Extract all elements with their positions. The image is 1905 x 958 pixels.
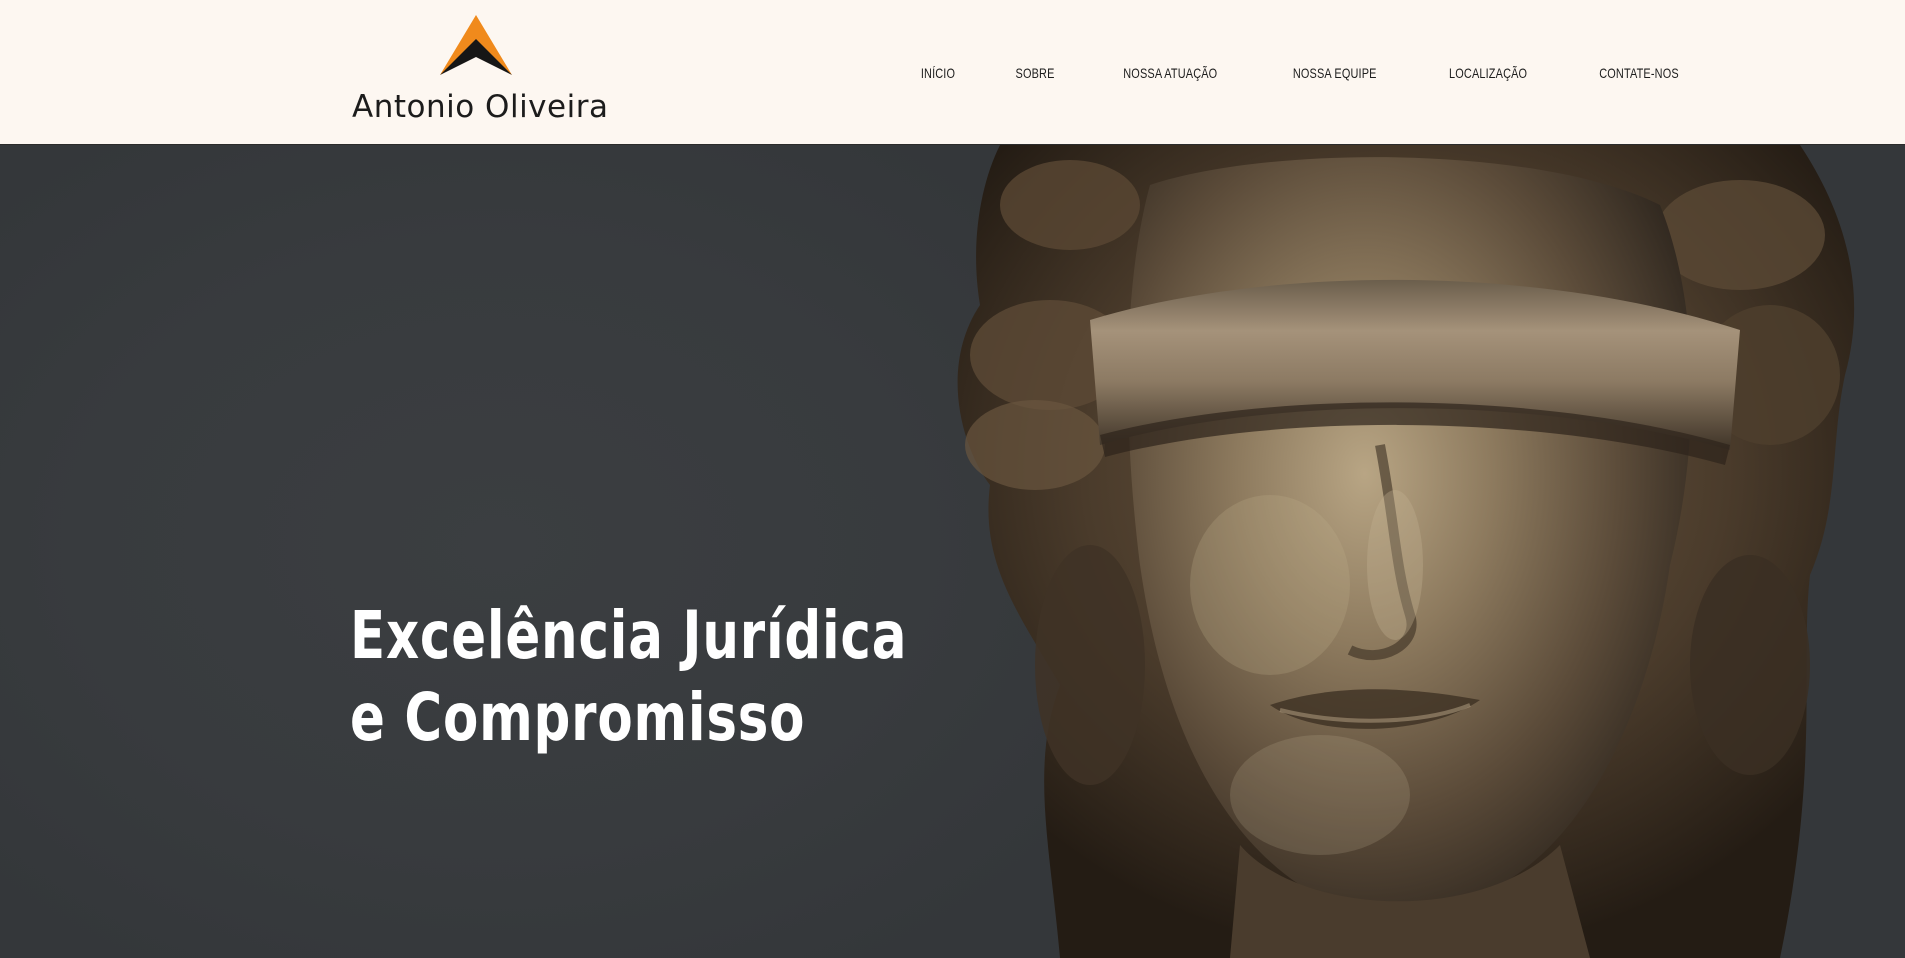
page: Antonio Oliveira INÍCIO SOBRE NOSSA ATUA…	[0, 0, 1905, 958]
nav-item-nossa-equipe[interactable]: NOSSA EQUIPE	[1292, 65, 1376, 81]
hero-title-line-2: e Compromisso	[350, 679, 806, 756]
brand-name: Antonio Oliveira	[352, 89, 609, 125]
nav-item-nossa-atuacao[interactable]: NOSSA ATUAÇÃO	[1123, 65, 1217, 81]
main-nav: INÍCIO SOBRE NOSSA ATUAÇÃO NOSSA EQUIPE …	[890, 56, 1716, 90]
lady-justice-statue-image	[957, 145, 1855, 958]
nav-item-contate-nos[interactable]: CONTATE-NOS	[1600, 65, 1680, 81]
site-header: Antonio Oliveira INÍCIO SOBRE NOSSA ATUA…	[0, 0, 1905, 145]
logo-link[interactable]: Antonio Oliveira	[350, 14, 610, 129]
nav-item-inicio[interactable]: INÍCIO	[921, 65, 955, 81]
chevron-peak-logo-icon	[440, 15, 512, 75]
hero-title-line-1: Excelência Jurídica	[350, 597, 908, 674]
hero-section: Excelência Jurídica e Compromisso	[0, 145, 1905, 958]
nav-item-localizacao[interactable]: LOCALIZAÇÃO	[1449, 65, 1527, 81]
nav-item-sobre[interactable]: SOBRE	[1015, 65, 1054, 81]
hero-title: Excelência Jurídica e Compromisso	[350, 595, 908, 759]
